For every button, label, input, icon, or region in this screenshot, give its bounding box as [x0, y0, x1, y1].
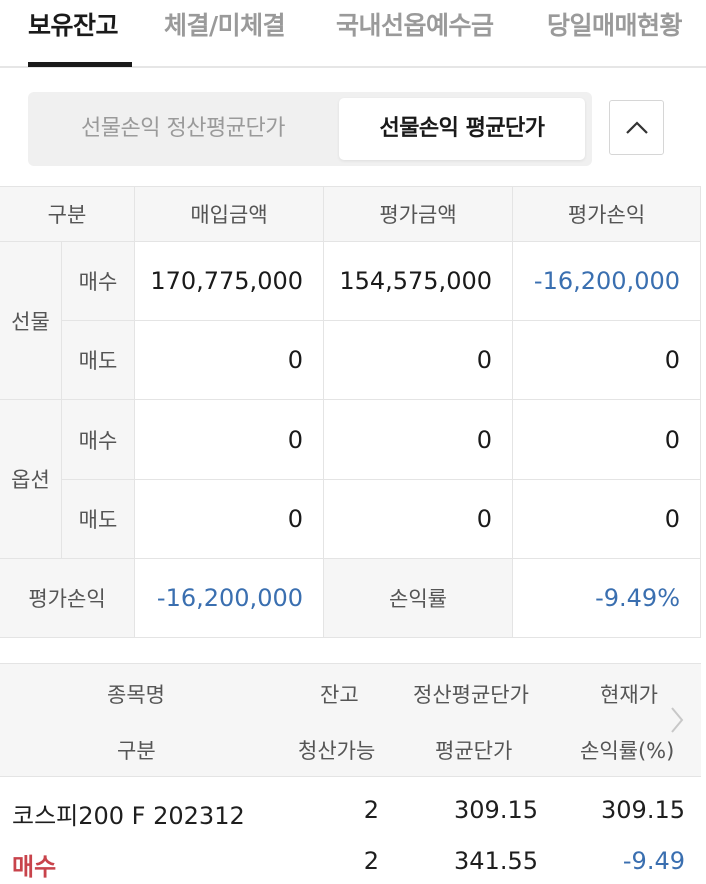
- trade-side: 매수: [12, 853, 57, 881]
- futures-buy-pnl: -16,200,000: [513, 242, 701, 321]
- chevron-right-icon[interactable]: [670, 706, 684, 734]
- side-label: 매도: [62, 480, 135, 559]
- stock-name: 코스피200 F 202312: [12, 802, 245, 830]
- options-sell-pnl: 0: [513, 480, 701, 559]
- col-current-price: 현재가: [600, 683, 658, 707]
- futures-sell-purchase: 0: [135, 321, 324, 400]
- active-tab-indicator: [28, 62, 132, 67]
- futures-sell-valuation: 0: [324, 321, 513, 400]
- collapse-button[interactable]: [609, 100, 664, 155]
- total-pnl-value: -16,200,000: [135, 559, 324, 638]
- col-pnl-rate: 손익률(%): [580, 739, 675, 763]
- futures-sell-pnl: 0: [513, 321, 701, 400]
- futures-buy-valuation: 154,575,000: [324, 242, 513, 321]
- settle-avg-price: 309.15: [454, 796, 538, 824]
- futures-buy-purchase: 170,775,000: [135, 242, 324, 321]
- options-sell-valuation: 0: [324, 480, 513, 559]
- options-buy-pnl: 0: [513, 400, 701, 480]
- avg-price: 341.55: [454, 847, 538, 875]
- tab-daily-trades[interactable]: 당일매매현황: [547, 6, 683, 42]
- options-buy-purchase: 0: [135, 400, 324, 480]
- col-balance: 잔고: [320, 683, 359, 707]
- side-label: 매도: [62, 321, 135, 400]
- header-pnl: 평가손익: [513, 187, 701, 242]
- tab-executions[interactable]: 체결/미체결: [164, 6, 286, 42]
- header-category: 구분: [0, 187, 135, 242]
- header-valuation: 평가금액: [324, 187, 513, 242]
- balance: 2: [363, 796, 379, 824]
- group-futures: 선물: [0, 242, 62, 400]
- current-price: 309.15: [601, 796, 685, 824]
- option-avg[interactable]: 선물손익 평균단가: [339, 98, 585, 160]
- col-stock-name: 종목명: [107, 683, 165, 707]
- side-label: 매수: [62, 400, 135, 480]
- col-settle-avg: 정산평균단가: [413, 683, 529, 707]
- group-options: 옵션: [0, 400, 62, 559]
- total-pnl-label: 평가손익: [0, 559, 135, 638]
- col-closable: 청산가능: [298, 739, 376, 763]
- header-purchase: 매입금액: [135, 187, 324, 242]
- closable-qty: 2: [363, 847, 379, 875]
- options-buy-valuation: 0: [324, 400, 513, 480]
- rate-value: -9.49%: [513, 559, 701, 638]
- options-sell-purchase: 0: [135, 480, 324, 559]
- col-side: 구분: [117, 739, 156, 763]
- avg-price-toggle: 선물손익 정산평균단가 선물손익 평균단가: [28, 92, 592, 166]
- rate-label: 손익률: [324, 559, 513, 638]
- pnl-rate: -9.49: [622, 847, 685, 875]
- chevron-up-icon: [626, 121, 648, 134]
- tab-holdings[interactable]: 보유잔고: [28, 6, 119, 42]
- col-avg-price: 평균단가: [435, 739, 513, 763]
- tab-deposit[interactable]: 국내선옵예수금: [336, 6, 494, 42]
- side-label: 매수: [62, 242, 135, 321]
- tab-bar: 보유잔고 체결/미체결 국내선옵예수금 당일매매현황: [0, 0, 706, 68]
- option-settlement-avg[interactable]: 선물손익 정산평균단가: [28, 92, 338, 166]
